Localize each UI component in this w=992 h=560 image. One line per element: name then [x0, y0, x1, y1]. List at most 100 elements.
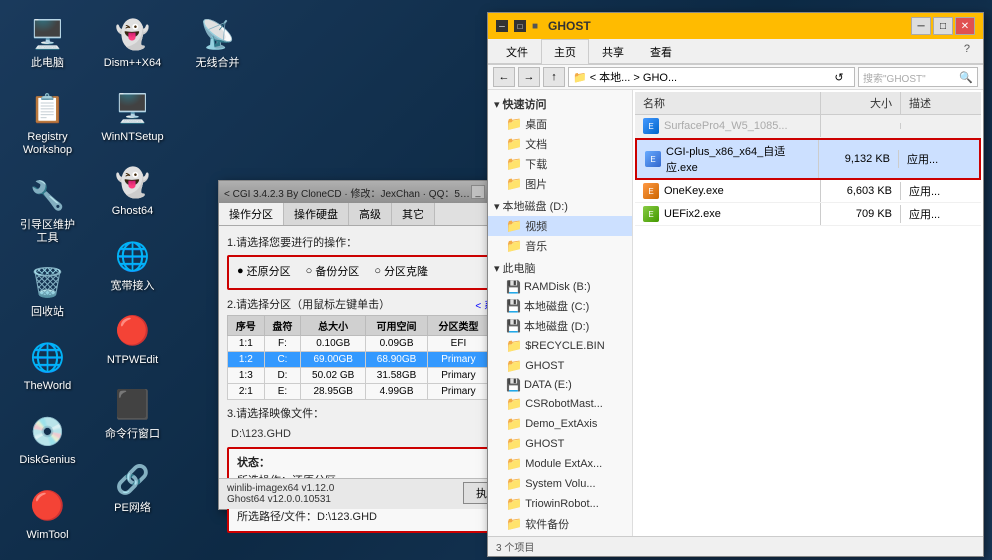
up-button[interactable]: ↑: [543, 67, 565, 87]
cgi-titlebar[interactable]: < CGI 3.4.2.3 By CloneCD · 修改：JexChan · …: [219, 181, 522, 203]
sidebar-item-music[interactable]: 📁 音乐: [488, 236, 632, 256]
address-folder-icon: 📁: [573, 71, 587, 84]
sidebar-item-desktop[interactable]: 📁 桌面: [488, 114, 632, 134]
sidebar-item-datae[interactable]: 💾 DATA (E:): [488, 376, 632, 394]
desktop-icon-boottool[interactable]: 🔧 引导区维护工具: [10, 172, 85, 249]
broadband-icon: 🌐: [113, 237, 153, 277]
address-bar[interactable]: 📁 < 本地... > GHO... ↺: [568, 67, 855, 87]
col-total: 总大小: [301, 316, 366, 336]
sidebar-quickaccess-label: 快速访问: [503, 96, 547, 112]
folder-icon: 📁: [506, 496, 522, 512]
sidebar-header-thispc[interactable]: ▾ 此电脑: [488, 258, 632, 278]
radio-backup[interactable]: ○ 备份分区: [306, 263, 360, 279]
sidebar-item-downloads[interactable]: 📁 下载: [488, 154, 632, 174]
help-button[interactable]: ?: [956, 39, 978, 63]
desktop-icon-ghost64[interactable]: 👻 Ghost64: [95, 158, 170, 222]
ghost-minimize-button[interactable]: ─: [496, 20, 508, 32]
desktop-icon-broadband[interactable]: 🌐 宽带接入: [95, 233, 170, 297]
search-bar[interactable]: 搜索"GHOST" 🔍: [858, 67, 978, 87]
table-row[interactable]: 2:1 E: 28.95GB 4.99GB Primary: [228, 384, 514, 400]
ribbon-tab-home[interactable]: 主页: [541, 39, 589, 64]
file-row-uefix[interactable]: E UEFix2.exe 709 KB 应用...: [635, 203, 981, 226]
desktop-icon-ntpwedit[interactable]: 🔴 NTPWEdit: [95, 307, 170, 371]
sidebar-header-quickaccess[interactable]: ▾ 快速访问: [488, 94, 632, 114]
ribbon-tab-share[interactable]: 共享: [589, 39, 637, 64]
sidebar-item-label: 软件备份: [525, 516, 569, 532]
desktop-icon-cmd[interactable]: ⬛ 命令行窗口: [95, 381, 170, 445]
sidebar-item-label: 桌面: [525, 116, 547, 132]
sidebar-item-label: 本地磁盘 (D:): [524, 318, 589, 334]
sidebar-item-label: RAMDisk (B:): [524, 281, 591, 293]
sidebar-item-demo[interactable]: 📁 Demo_ExtAxis: [488, 414, 632, 434]
diskgenius-icon: 💿: [28, 411, 68, 451]
refresh-button[interactable]: ↺: [828, 67, 850, 87]
folder-icon: 📁: [506, 358, 522, 374]
sidebar-item-ghost-folder[interactable]: 📁 视频: [488, 216, 632, 236]
desktop-icon-registry[interactable]: 📋 RegistryWorkshop: [10, 84, 85, 161]
desktop-icon-wireless[interactable]: 📡 无线合并: [180, 10, 255, 74]
ghost-minimize-btn[interactable]: ─: [911, 17, 931, 35]
desktop-icon-theworld[interactable]: 🌐 TheWorld: [10, 333, 85, 397]
cell-total: 50.02 GB: [301, 368, 366, 384]
minimize-button[interactable]: _: [471, 185, 485, 199]
radio-clone[interactable]: ○ 分区克隆: [374, 263, 428, 279]
tab-advanced[interactable]: 高级: [349, 203, 392, 225]
desktop-icon-diskgenius[interactable]: 💿 DiskGenius: [10, 407, 85, 471]
ghost-restore-btn[interactable]: □: [933, 17, 953, 35]
ribbon-tab-view[interactable]: 查看: [637, 39, 685, 64]
tab-operate-disk[interactable]: 操作硬盘: [284, 203, 349, 225]
table-row[interactable]: 1:1 F: 0.10GB 0.09GB EFI: [228, 336, 514, 352]
sidebar-item-module[interactable]: 📁 Module ExtAx...: [488, 454, 632, 474]
radio-restore[interactable]: ● 还原分区: [237, 263, 291, 279]
sidebar-item-label: TriowinRobot...: [525, 498, 599, 510]
back-button[interactable]: ←: [493, 67, 515, 87]
sidebar-item-ghost-d[interactable]: 📁 GHOST: [488, 356, 632, 376]
ribbon-tab-file[interactable]: 文件: [493, 39, 541, 64]
sidebar-header-locald[interactable]: ▾ 本地磁盘 (D:): [488, 196, 632, 216]
desktop-icon-penetwork[interactable]: 🔗 PE网络: [95, 455, 170, 519]
desktop-icon-recycle[interactable]: 🗑️ 回收站: [10, 259, 85, 323]
sidebar-item-ghost-e[interactable]: 📁 GHOST: [488, 434, 632, 454]
sidebar-item-locald2[interactable]: 💾 本地磁盘 (D:): [488, 316, 632, 336]
file-row-onekey[interactable]: E OneKey.exe 6,603 KB 应用...: [635, 180, 981, 203]
cell-type: Primary: [428, 368, 490, 384]
cell-free: 4.99GB: [366, 384, 428, 400]
file-list: 名称 大小 描述 E SurfacePro4_W5_1085...: [633, 90, 983, 536]
folder-icon: 📁: [506, 416, 522, 432]
registry-label: RegistryWorkshop: [23, 131, 72, 157]
sidebar-item-csrobot[interactable]: 📁 CSRobotMast...: [488, 394, 632, 414]
sidebar-item-recycle[interactable]: 📁 $RECYCLE.BIN: [488, 336, 632, 356]
ghost-close-btn[interactable]: ✕: [955, 17, 975, 35]
sidebar-item-software-backup[interactable]: 📁 软件备份: [488, 514, 632, 534]
sidebar-item-label: 本地磁盘 (C:): [524, 298, 589, 314]
sidebar-item-localc[interactable]: 💾 本地磁盘 (C:): [488, 296, 632, 316]
sidebar-item-pictures[interactable]: 📁 图片: [488, 174, 632, 194]
desktop-icon-wimtool[interactable]: 🔴 WimTool: [10, 482, 85, 546]
tab-other[interactable]: 其它: [392, 203, 435, 225]
ghost-titlebar[interactable]: ─ □ ■ GHOST ─ □ ✕: [488, 13, 983, 39]
sidebar-item-sysvol[interactable]: 📁 System Volu...: [488, 474, 632, 494]
forward-button[interactable]: →: [518, 67, 540, 87]
file-size-cell: 709 KB: [821, 205, 901, 223]
sidebar-item-triowin[interactable]: 📁 TriowinRobot...: [488, 494, 632, 514]
desktop-icon-pc[interactable]: 🖥️ 此电脑: [10, 10, 85, 74]
boottool-icon: 🔧: [28, 176, 68, 216]
sidebar-item-label: 音乐: [525, 238, 547, 254]
file-row-surface[interactable]: E SurfacePro4_W5_1085...: [635, 115, 981, 138]
sidebar-item-documents[interactable]: 📁 文档: [488, 134, 632, 154]
table-row[interactable]: 1:3 D: 50.02 GB 31.58GB Primary: [228, 368, 514, 384]
sidebar-item-ramdisk[interactable]: 💾 RAMDisk (B:): [488, 278, 632, 296]
file-row-cgiplus[interactable]: E CGI-plus_x86_x64_自适应.exe 9,132 KB 应用..…: [635, 138, 981, 180]
pc-icon: 🖥️: [28, 14, 68, 54]
cell-id: 1:2: [228, 352, 265, 368]
desktop-icon-winntsetup[interactable]: 🖥️ WinNTSetup: [95, 84, 170, 148]
section1-label: 1.请选择您要进行的操作：: [227, 234, 514, 250]
desktop-icon-dism[interactable]: 👻 Dism++X64: [95, 10, 170, 74]
cgi-title: < CGI 3.4.2.3 By CloneCD · 修改：JexChan · …: [224, 185, 471, 200]
table-row-selected[interactable]: 1:2 C: 69.00GB 68.90GB Primary: [228, 352, 514, 368]
radio-clone-label: 分区克隆: [384, 263, 428, 279]
ghost-sidebar: ▾ 快速访问 📁 桌面 📁 文档 📁 下载: [488, 90, 633, 536]
statusbar-text: 3 个项目: [496, 539, 534, 554]
ghost-maximize-button[interactable]: □: [514, 20, 526, 32]
tab-operate-partition[interactable]: 操作分区: [219, 203, 284, 225]
